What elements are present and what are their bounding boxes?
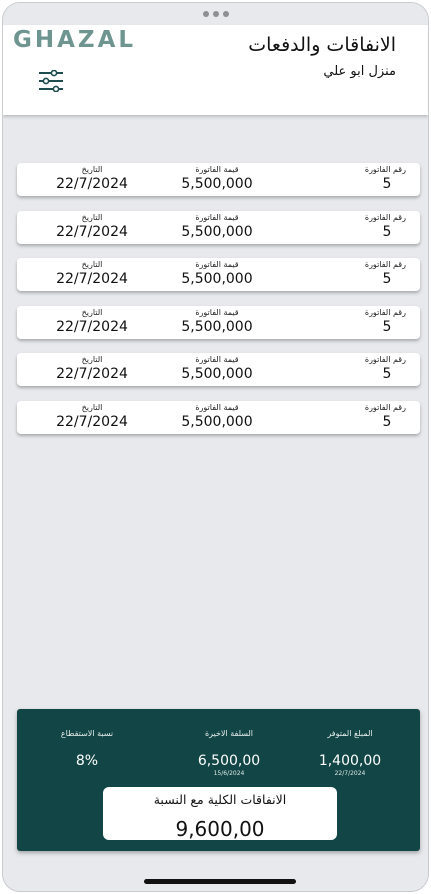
invoice-number-label: رقم الفاتورة — [364, 212, 406, 222]
available-amount-value: 1,400,00 — [318, 753, 382, 769]
invoice-amount-label: قيمة الفاتورة — [195, 260, 239, 269]
invoice-date: 22/7/2024 — [56, 318, 128, 335]
deduction-rate-stat: نسبة الاستقطاع 8% — [47, 729, 127, 770]
invoice-amount-label: قيمة الفاتورة — [195, 402, 239, 412]
page-subtitle: منزل ابو علي — [323, 64, 396, 79]
invoice-amount-label: قيمة الفاتورة — [195, 212, 239, 222]
invoice-amount: 5,500,000 — [181, 413, 253, 430]
invoice-date: 22/7/2024 — [56, 176, 128, 192]
invoice-date-label: التاريخ — [81, 307, 103, 317]
available-amount-date: 22/7/2024 — [334, 770, 366, 777]
invoice-number: 5 — [382, 176, 392, 192]
invoice-date: 22/7/2024 — [56, 366, 128, 382]
home-indicator[interactable] — [144, 879, 296, 884]
invoice-amount-label: قيمة الفاتورة — [195, 307, 239, 317]
invoice-number-label: رقم الفاتورة — [364, 165, 406, 174]
sliders-icon[interactable] — [38, 70, 64, 92]
invoice-date-label: التاريخ — [81, 402, 103, 412]
last-advance-label: السلفة الاخيرة — [204, 729, 254, 738]
brand-logo: GHAZAL — [13, 27, 137, 53]
total-expenses-label: الانفاقات الكلية مع النسبة — [153, 792, 287, 807]
invoice-list: رقم الفاتورة 5 قيمة الفاتورة 5,500,000 الت… — [17, 163, 420, 448]
invoice-amount-label: قيمة الفاتورة — [195, 165, 239, 174]
summary-panel: المبلغ المتوفر 1,400,00 22/7/2024 السلفة… — [17, 709, 420, 851]
invoice-date-label: التاريخ — [81, 260, 103, 269]
page-title: الانفاقات والدفعات — [248, 34, 396, 56]
last-advance-stat: السلفة الاخيرة 6,500,00 15/6/2024 — [189, 729, 269, 778]
invoice-number: 5 — [382, 318, 392, 335]
invoice-date-label: التاريخ — [81, 212, 103, 222]
invoice-card[interactable]: رقم الفاتورة 5 قيمة الفاتورة 5,500,000 الت… — [17, 258, 420, 291]
total-expenses-value: 9,600,00 — [175, 817, 265, 841]
invoice-amount: 5,500,000 — [181, 271, 253, 287]
invoice-number-label: رقم الفاتورة — [364, 260, 406, 269]
available-amount-stat: المبلغ المتوفر 1,400,00 22/7/2024 — [310, 729, 390, 778]
invoice-card[interactable]: رقم الفاتورة 5 قيمة الفاتورة 5,500,000 الت… — [17, 210, 420, 244]
available-amount-label: المبلغ المتوفر — [327, 729, 373, 738]
invoice-date-label: التاريخ — [81, 355, 103, 364]
invoice-amount-label: قيمة الفاتورة — [195, 355, 239, 364]
invoice-number: 5 — [382, 223, 392, 240]
invoice-amount: 5,500,000 — [181, 318, 253, 335]
last-advance-date: 15/6/2024 — [213, 770, 245, 777]
invoice-number-label: رقم الفاتورة — [364, 402, 406, 412]
invoice-date: 22/7/2024 — [56, 223, 128, 240]
invoice-number: 5 — [382, 366, 392, 382]
invoice-number-label: رقم الفاتورة — [364, 307, 406, 317]
invoice-number: 5 — [382, 271, 392, 287]
invoice-number-label: رقم الفاتورة — [364, 355, 406, 364]
invoice-amount: 5,500,000 — [181, 366, 253, 382]
invoice-date: 22/7/2024 — [56, 271, 128, 287]
invoice-date: 22/7/2024 — [56, 413, 128, 430]
invoice-amount: 5,500,000 — [181, 223, 253, 240]
deduction-rate-value: 8% — [75, 753, 99, 769]
invoice-amount: 5,500,000 — [181, 176, 253, 192]
page-header: GHAZAL الانفاقات والدفعات منزل ابو علي — [3, 25, 428, 115]
invoice-number: 5 — [382, 413, 392, 430]
app-screen: GHAZAL الانفاقات والدفعات منزل ابو علي ر… — [2, 2, 429, 892]
invoice-date-label: التاريخ — [81, 165, 103, 174]
deduction-rate-label: نسبة الاستقطاع — [60, 729, 114, 738]
invoice-card[interactable]: رقم الفاتورة 5 قيمة الفاتورة 5,500,000 الت… — [17, 353, 420, 386]
more-dots-icon[interactable] — [202, 11, 229, 17]
total-expenses-box: الانفاقات الكلية مع النسبة 9,600,00 — [103, 787, 337, 841]
invoice-card[interactable]: رقم الفاتورة 5 قيمة الفاتورة 5,500,000 الت… — [17, 163, 420, 196]
top-handle-bar — [3, 3, 428, 25]
invoice-card[interactable]: رقم الفاتورة 5 قيمة الفاتورة 5,500,000 الت… — [17, 400, 420, 434]
last-advance-value: 6,500,00 — [197, 753, 261, 769]
invoice-card[interactable]: رقم الفاتورة 5 قيمة الفاتورة 5,500,000 الت… — [17, 305, 420, 339]
